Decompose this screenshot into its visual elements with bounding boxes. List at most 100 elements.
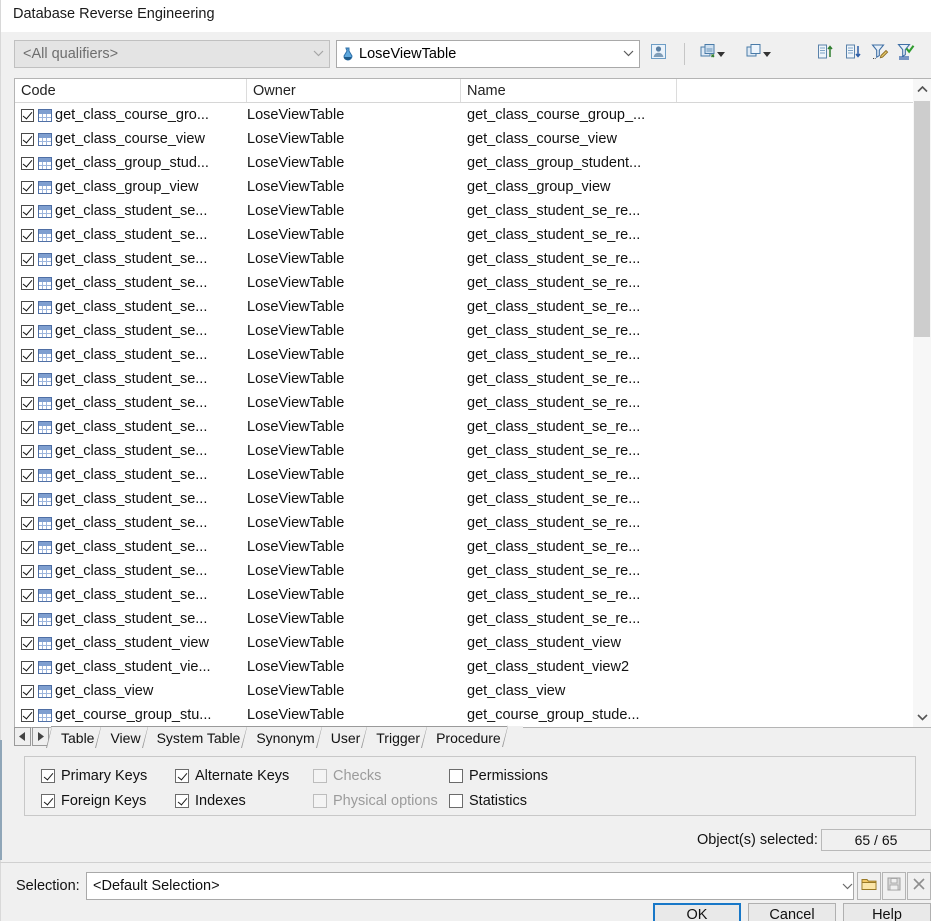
- row-code-cell[interactable]: get_class_student_se...: [21, 223, 247, 247]
- row-checkbox[interactable]: [21, 324, 34, 338]
- row-checkbox[interactable]: [21, 132, 34, 146]
- row-checkbox[interactable]: [21, 276, 34, 290]
- table-row[interactable]: get_class_student_se... LoseViewTable get_…: [15, 559, 931, 583]
- table-row[interactable]: get_class_student_se... LoseViewTable get_…: [15, 199, 931, 223]
- table-row[interactable]: get_class_student_vie... LoseViewTable get…: [15, 655, 931, 679]
- column-header-name[interactable]: Name: [461, 79, 677, 102]
- table-row[interactable]: get_course_group_stu... LoseViewTable get_…: [15, 703, 931, 727]
- row-checkbox[interactable]: [21, 396, 34, 410]
- sort-descending-button[interactable]: [839, 40, 867, 68]
- table-row[interactable]: get_class_student_se... LoseViewTable get_…: [15, 439, 931, 463]
- row-code-cell[interactable]: get_class_student_se...: [21, 439, 247, 463]
- row-code-cell[interactable]: get_class_student_se...: [21, 247, 247, 271]
- table-row[interactable]: get_class_course_gro... LoseViewTable get_…: [15, 103, 931, 127]
- option-checkbox[interactable]: [449, 794, 463, 808]
- list-vertical-scrollbar[interactable]: [913, 78, 931, 728]
- row-checkbox[interactable]: [21, 492, 34, 506]
- table-row[interactable]: get_class_student_se... LoseViewTable get_…: [15, 391, 931, 415]
- column-header-owner[interactable]: Owner: [247, 79, 461, 102]
- option-alternate-keys[interactable]: Alternate Keys: [175, 766, 289, 786]
- row-code-cell[interactable]: get_class_student_se...: [21, 583, 247, 607]
- row-checkbox[interactable]: [21, 228, 34, 242]
- row-checkbox[interactable]: [21, 348, 34, 362]
- row-checkbox[interactable]: [21, 420, 34, 434]
- row-checkbox[interactable]: [21, 588, 34, 602]
- object-list[interactable]: Code Owner Name get_class_course_gro... L…: [14, 78, 931, 728]
- row-checkbox[interactable]: [21, 708, 34, 722]
- table-row[interactable]: get_class_group_stud... LoseViewTable get_…: [15, 151, 931, 175]
- row-code-cell[interactable]: get_class_student_se...: [21, 319, 247, 343]
- row-code-cell[interactable]: get_class_student_se...: [21, 535, 247, 559]
- table-row[interactable]: get_class_course_view LoseViewTable get_cl…: [15, 127, 931, 151]
- option-checkbox[interactable]: [41, 769, 55, 783]
- qualifier-combo[interactable]: <All qualifiers>: [14, 40, 330, 68]
- table-row[interactable]: get_class_student_se... LoseViewTable get_…: [15, 607, 931, 631]
- row-code-cell[interactable]: get_class_student_se...: [21, 415, 247, 439]
- option-statistics[interactable]: Statistics: [449, 791, 527, 811]
- row-checkbox[interactable]: [21, 564, 34, 578]
- ok-button[interactable]: OK: [653, 903, 741, 921]
- table-row[interactable]: get_class_student_se... LoseViewTable get_…: [15, 415, 931, 439]
- table-row[interactable]: get_class_student_se... LoseViewTable get_…: [15, 583, 931, 607]
- row-checkbox[interactable]: [21, 516, 34, 530]
- row-code-cell[interactable]: get_class_student_se...: [21, 343, 247, 367]
- tab-synonym[interactable]: Synonym: [241, 726, 323, 748]
- database-combo[interactable]: LoseViewTable: [336, 40, 640, 68]
- row-code-cell[interactable]: get_class_student_se...: [21, 487, 247, 511]
- select-all-dropdown-caret[interactable]: [714, 40, 728, 68]
- sort-ascending-button[interactable]: [811, 40, 839, 68]
- row-code-cell[interactable]: get_class_group_stud...: [21, 151, 247, 175]
- table-row[interactable]: get_class_student_se... LoseViewTable get_…: [15, 247, 931, 271]
- row-code-cell[interactable]: get_class_group_view: [21, 175, 247, 199]
- scroll-up-icon[interactable]: [913, 79, 931, 99]
- table-row[interactable]: get_class_student_se... LoseViewTable get_…: [15, 511, 931, 535]
- option-permissions[interactable]: Permissions: [449, 766, 548, 786]
- row-code-cell[interactable]: get_course_group_stu...: [21, 703, 247, 727]
- row-code-cell[interactable]: get_class_student_vie...: [21, 655, 247, 679]
- table-row[interactable]: get_class_group_view LoseViewTable get_cla…: [15, 175, 931, 199]
- option-checkbox[interactable]: [41, 794, 55, 808]
- tab-scroll-prev-button[interactable]: [14, 727, 31, 746]
- tab-procedure[interactable]: Procedure: [421, 726, 509, 748]
- open-selection-button[interactable]: [857, 872, 881, 900]
- option-checkbox[interactable]: [175, 794, 189, 808]
- scroll-down-icon[interactable]: [913, 707, 931, 727]
- row-code-cell[interactable]: get_class_student_se...: [21, 607, 247, 631]
- cancel-button[interactable]: Cancel: [748, 903, 836, 921]
- help-button[interactable]: Help: [843, 903, 931, 921]
- option-checkbox[interactable]: [449, 769, 463, 783]
- row-code-cell[interactable]: get_class_student_view: [21, 631, 247, 655]
- table-row[interactable]: get_class_student_se... LoseViewTable get_…: [15, 463, 931, 487]
- row-code-cell[interactable]: get_class_student_se...: [21, 391, 247, 415]
- table-row[interactable]: get_class_student_se... LoseViewTable get_…: [15, 223, 931, 247]
- row-code-cell[interactable]: get_class_course_gro...: [21, 103, 247, 127]
- column-header-code[interactable]: Code: [15, 79, 247, 102]
- row-code-cell[interactable]: get_class_student_se...: [21, 511, 247, 535]
- table-row[interactable]: get_class_student_se... LoseViewTable get_…: [15, 535, 931, 559]
- row-code-cell[interactable]: get_class_student_se...: [21, 463, 247, 487]
- delete-selection-button[interactable]: [907, 872, 931, 900]
- table-row[interactable]: get_class_student_view LoseViewTable get_c…: [15, 631, 931, 655]
- save-selection-button[interactable]: [882, 872, 906, 900]
- table-row[interactable]: get_class_student_se... LoseViewTable get_…: [15, 343, 931, 367]
- row-checkbox[interactable]: [21, 468, 34, 482]
- row-checkbox[interactable]: [21, 156, 34, 170]
- row-code-cell[interactable]: get_class_student_se...: [21, 271, 247, 295]
- row-code-cell[interactable]: get_class_course_view: [21, 127, 247, 151]
- row-checkbox[interactable]: [21, 252, 34, 266]
- scrollbar-thumb[interactable]: [914, 101, 930, 337]
- row-checkbox[interactable]: [21, 636, 34, 650]
- edit-filter-button[interactable]: [866, 40, 894, 68]
- row-checkbox[interactable]: [21, 540, 34, 554]
- deselect-all-dropdown-caret[interactable]: [760, 40, 774, 68]
- option-foreign-keys[interactable]: Foreign Keys: [41, 791, 146, 811]
- tab-trigger[interactable]: Trigger: [361, 726, 429, 748]
- tab-system-table[interactable]: System Table: [141, 726, 249, 748]
- row-checkbox[interactable]: [21, 372, 34, 386]
- table-row[interactable]: get_class_student_se... LoseViewTable get_…: [15, 319, 931, 343]
- row-code-cell[interactable]: get_class_student_se...: [21, 367, 247, 391]
- row-code-cell[interactable]: get_class_student_se...: [21, 295, 247, 319]
- row-checkbox[interactable]: [21, 684, 34, 698]
- option-primary-keys[interactable]: Primary Keys: [41, 766, 147, 786]
- row-checkbox[interactable]: [21, 660, 34, 674]
